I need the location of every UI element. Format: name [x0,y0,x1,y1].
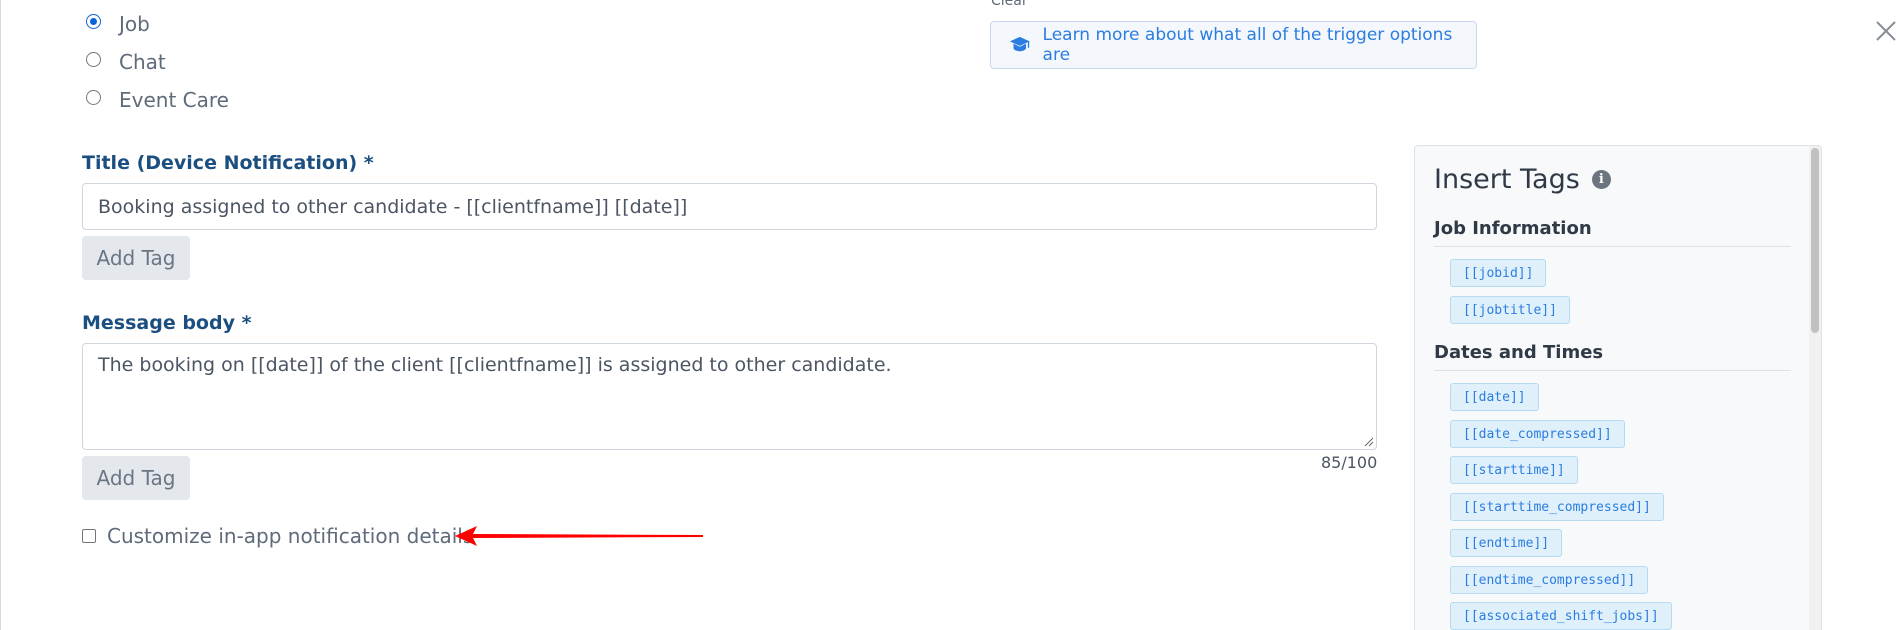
tag-chip[interactable]: [[jobtitle]] [1450,296,1570,324]
customize-notification-option[interactable]: Customize in-app notification details [82,524,473,548]
tag-chip[interactable]: [[associated_shift_jobs]] [1450,602,1672,630]
radio-label-chat: Chat [119,50,166,74]
insert-tags-heading: Insert Tags [1434,164,1580,195]
tag-chip[interactable]: [[endtime]] [1450,529,1563,557]
learn-more-link[interactable]: Learn more about what all of the trigger… [990,21,1477,69]
tags-panel-scrollbar[interactable] [1809,146,1821,630]
scrollbar-thumb[interactable] [1811,148,1819,333]
graduation-cap-icon [1009,36,1030,52]
tag-chip[interactable]: [[date]] [1450,383,1539,411]
section-dates-and-times: Dates and Times [1434,342,1791,371]
radio-option-chat[interactable]: Chat [86,50,166,74]
annotation-arrow [455,526,703,546]
radio-label-job: Job [119,12,150,36]
close-icon-glyph [1876,21,1896,41]
radio-option-job[interactable]: Job [86,12,150,36]
tag-chip[interactable]: [[jobid]] [1450,259,1547,287]
title-input[interactable]: Booking assigned to other candidate - [[… [82,183,1377,230]
message-field-label: Message body * [82,312,252,334]
tag-chip[interactable]: [[date_compressed]] [1450,420,1625,448]
notification-editor: Job Chat Event Care Clear Learn more abo… [0,0,1901,630]
tag-chip[interactable]: [[endtime_compressed]] [1450,566,1649,594]
learn-more-text: Learn more about what all of the trigger… [1042,25,1453,65]
radio-job[interactable] [86,13,101,29]
radio-label-event-care: Event Care [119,88,229,112]
customize-checkbox[interactable] [82,529,96,543]
resize-handle-icon[interactable] [1364,437,1374,447]
radio-option-event-care[interactable]: Event Care [86,88,229,112]
message-textarea[interactable]: The booking on [[date]] of the client [[… [82,343,1377,450]
message-add-tag-button[interactable]: Add Tag [82,456,190,500]
close-icon[interactable] [1871,18,1901,48]
title-field-label: Title (Device Notification) * [82,152,374,174]
title-input-value: Booking assigned to other candidate - [[… [98,195,688,218]
radio-chat[interactable] [86,51,101,67]
message-textarea-value: The booking on [[date]] of the client [[… [98,354,892,376]
tag-chip[interactable]: [[starttime]] [1450,456,1578,484]
title-add-tag-button[interactable]: Add Tag [82,236,190,280]
insert-tags-title: Insert Tags i [1434,164,1611,195]
message-char-counter: 85/100 [1321,453,1378,472]
tag-chip[interactable]: [[starttime_compressed]] [1450,493,1664,521]
clear-link[interactable]: Clear [991,0,1028,9]
radio-event-care[interactable] [86,89,101,105]
section-job-information: Job Information [1434,218,1791,247]
info-icon[interactable]: i [1591,170,1611,189]
customize-checkbox-label: Customize in-app notification details [107,524,474,548]
insert-tags-panel: Insert Tags i Job Information [[jobid]] … [1414,145,1822,630]
